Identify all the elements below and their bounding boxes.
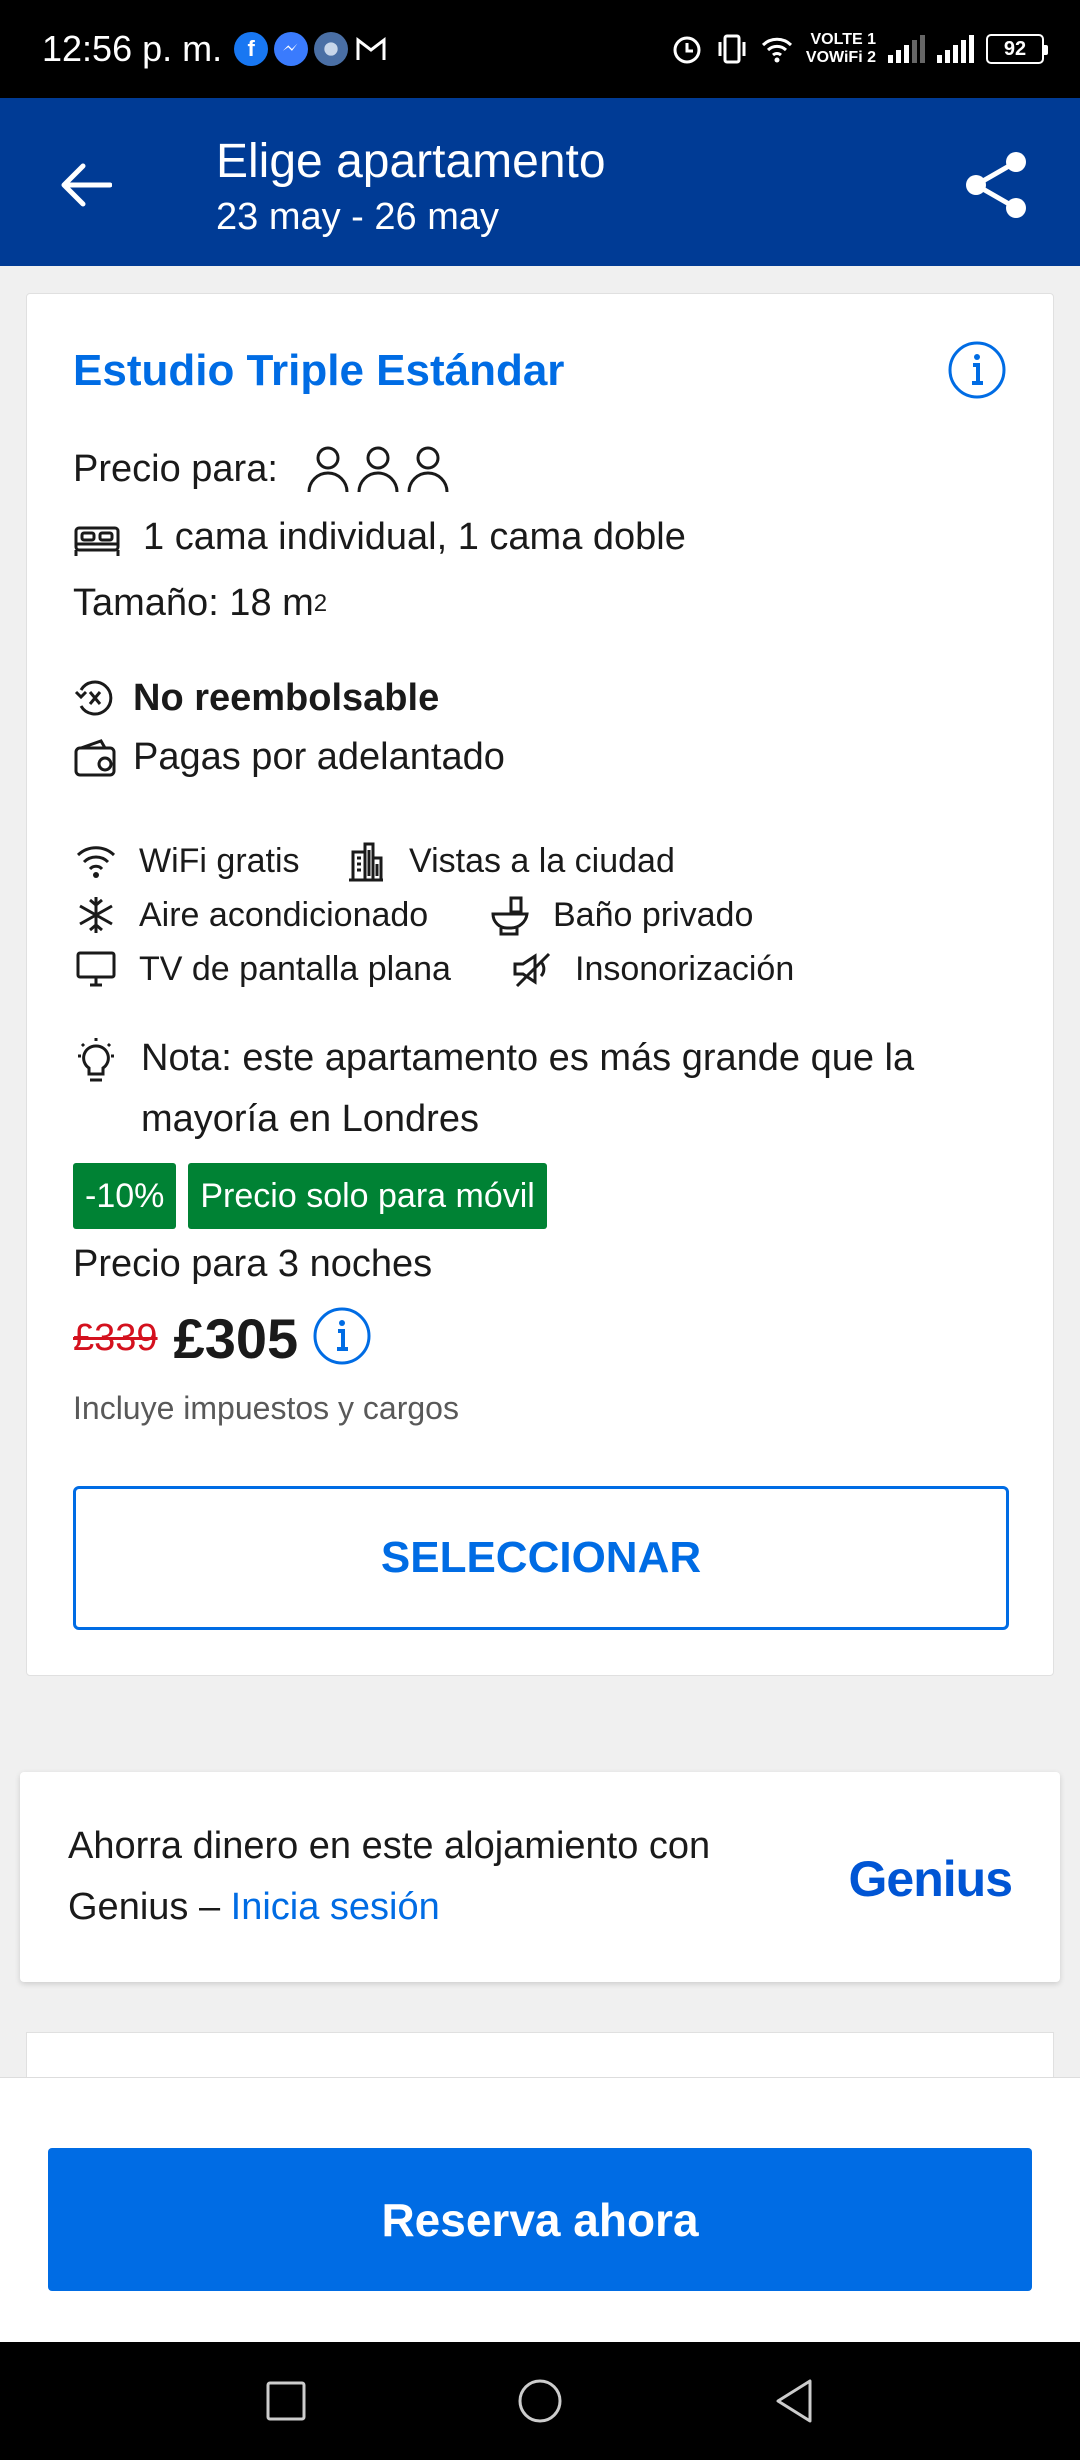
wallet-icon	[73, 738, 117, 778]
refund-policy: No reembolsable	[133, 676, 440, 719]
no-refund-icon	[73, 676, 117, 720]
status-bar: 12:56 p. m. f VOLTE 1 VOWiFi 2 92	[0, 0, 1080, 98]
tv-icon	[73, 949, 119, 989]
vibrate-icon	[718, 34, 746, 64]
home-icon[interactable]	[516, 2377, 564, 2425]
discounted-price: £305	[173, 1307, 299, 1370]
back-nav-icon[interactable]	[772, 2377, 816, 2425]
taxes-note: Incluye impuestos y cargos	[73, 1390, 459, 1426]
signal-2-icon	[937, 35, 974, 63]
genius-text: Ahorra dinero en este alojamiento con Ge…	[68, 1825, 711, 1928]
deal-badges: -10% Precio solo para móvil	[73, 1163, 547, 1229]
status-indicators: VOLTE 1 VOWiFi 2 92	[670, 31, 1048, 67]
date-range: 23 may - 26 may	[216, 196, 499, 238]
room-card: Estudio Triple Estándar Precio para: 1 c…	[26, 293, 1054, 1676]
city-icon	[343, 840, 389, 882]
occupancy-icons	[306, 444, 450, 494]
soundproof-icon	[509, 948, 555, 990]
wifi-calling-icon	[761, 37, 792, 63]
info-icon	[948, 341, 1006, 399]
original-price: £339	[73, 1317, 158, 1359]
discount-badge: -10%	[73, 1163, 177, 1229]
beds-row: 1 cama individual, 1 cama doble	[73, 516, 686, 559]
arrow-left-icon	[61, 163, 112, 207]
amenity-private-bath: Baño privado	[487, 894, 753, 936]
back-button[interactable]	[50, 150, 120, 220]
gmail-icon	[354, 32, 388, 66]
alarm-icon	[673, 36, 701, 64]
genius-logo: Genius	[848, 1851, 1013, 1907]
price-row: £339 £305	[73, 1306, 372, 1371]
recents-icon[interactable]	[264, 2379, 308, 2423]
toilet-icon	[487, 894, 533, 936]
refund-row: No reembolsable	[73, 676, 439, 720]
amenity-ac: Aire acondicionado	[73, 894, 487, 936]
signal-1-icon	[888, 35, 925, 63]
bed-icon	[73, 518, 121, 558]
payment-text: Pagas por adelantado	[133, 736, 505, 778]
size-unit-exponent: 2	[313, 589, 328, 617]
amenities-list: WiFi gratis Vistas a la ciudad Aire acon…	[73, 834, 1013, 996]
app-header: Elige apartamento 23 may - 26 may	[0, 98, 1080, 266]
person-icon	[357, 446, 399, 493]
page-title: Elige apartamento	[216, 135, 606, 188]
select-button[interactable]: SELECCIONAR	[73, 1486, 1009, 1630]
payment-row: Pagas por adelantado	[73, 736, 505, 779]
room-info-button[interactable]	[947, 340, 1007, 400]
info-icon	[313, 1307, 371, 1365]
facebook-icon: f	[234, 32, 269, 66]
bottom-action-bar: Reserva ahora	[0, 2077, 1080, 2342]
beds-text: 1 cama individual, 1 cama doble	[143, 516, 686, 558]
genius-card: Ahorra dinero en este alojamiento con Ge…	[20, 1772, 1060, 1982]
volte-indicator: VOLTE 1 VOWiFi 2	[805, 31, 876, 66]
status-time: 12:56 p. m.	[42, 28, 223, 69]
price-nights-label: Precio para 3 noches	[73, 1243, 433, 1285]
person-icon	[307, 446, 349, 493]
note-text: Nota: este apartamento es más grande que…	[141, 1037, 915, 1140]
messenger-icon	[274, 32, 309, 66]
amenity-city-view: Vistas a la ciudad	[343, 840, 675, 882]
app-notification-icon	[314, 32, 349, 66]
amenity-soundproof: Insonorización	[509, 948, 794, 990]
battery-indicator: 92	[986, 34, 1048, 64]
room-note: Nota: este apartamento es más grande que…	[73, 1028, 1001, 1150]
snowflake-icon	[73, 894, 119, 936]
share-icon	[966, 152, 1026, 218]
lightbulb-icon	[73, 1036, 119, 1086]
price-for-label: Precio para:	[73, 447, 278, 490]
mobile-price-badge: Precio solo para móvil	[188, 1163, 547, 1229]
sign-in-link[interactable]: Inicia sesión	[231, 1886, 440, 1928]
system-nav-bar	[0, 2342, 1080, 2460]
size-row: Tamaño: 18 m2	[73, 582, 327, 625]
notification-icons: f	[234, 32, 388, 66]
person-icon	[407, 446, 449, 493]
share-button[interactable]	[960, 148, 1034, 222]
room-name[interactable]: Estudio Triple Estándar	[73, 346, 564, 396]
reserve-now-button[interactable]: Reserva ahora	[48, 2148, 1032, 2291]
occupancy-row: Precio para:	[73, 444, 450, 494]
room-size: Tamaño: 18 m	[73, 582, 314, 624]
price-info-button[interactable]	[312, 1306, 372, 1371]
wifi-icon	[73, 843, 119, 879]
amenity-wifi: WiFi gratis	[73, 842, 343, 881]
amenity-flat-tv: TV de pantalla plana	[73, 949, 509, 989]
